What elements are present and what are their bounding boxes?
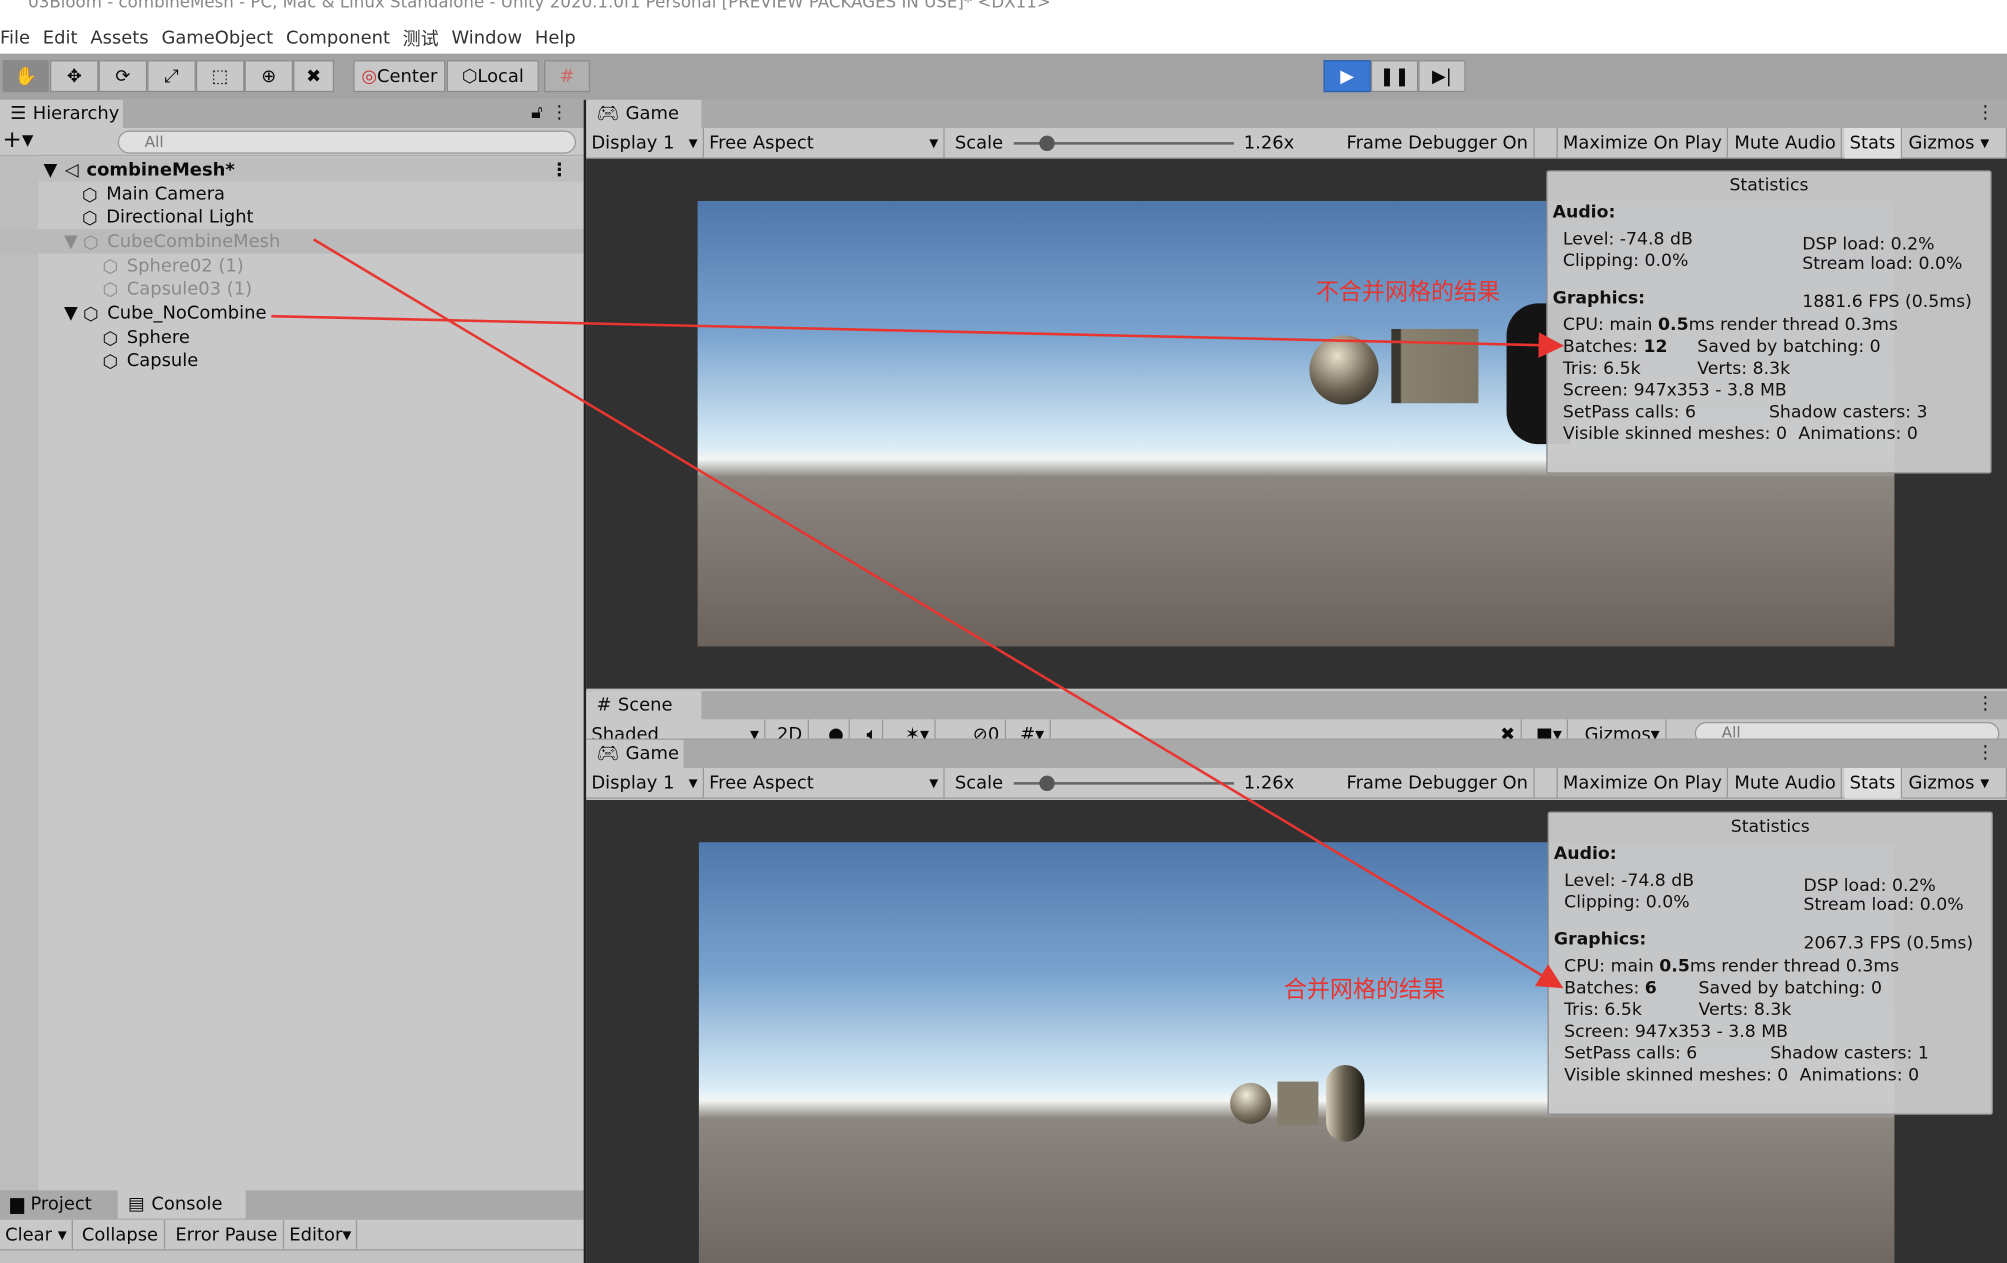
annotation-arrows [271,238,1565,989]
arrow-combine [312,238,1564,989]
annotation-combine: 合并网格的结果 [1283,976,1446,1004]
annotation-no-combine: 不合并网格的结果 [1315,279,1501,306]
